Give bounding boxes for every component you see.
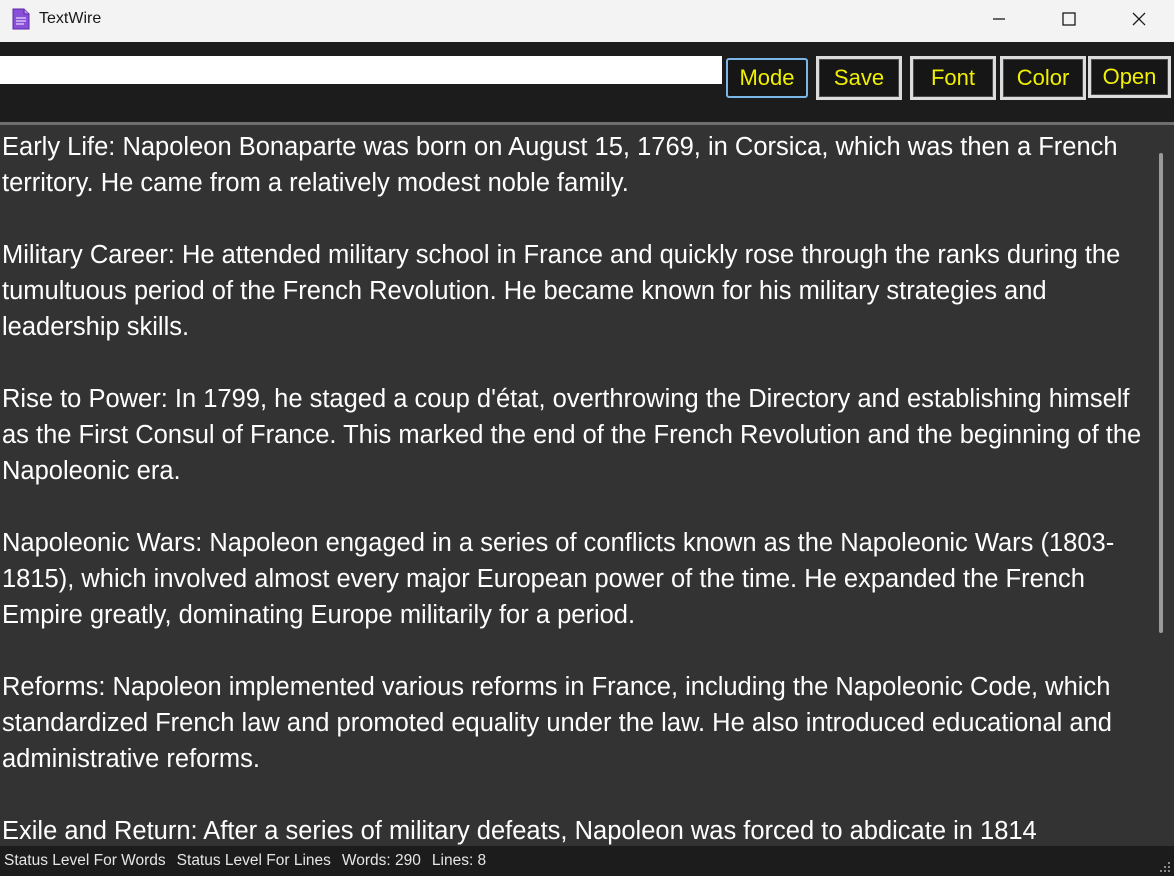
paragraph: Napoleonic Wars: Napoleon engaged in a s… xyxy=(2,529,1115,629)
font-button[interactable]: Font xyxy=(910,56,996,100)
close-icon xyxy=(1132,12,1146,26)
maximize-button[interactable] xyxy=(1034,0,1104,38)
status-lines-level: Status Level For Lines xyxy=(176,852,331,869)
scrollbar-thumb[interactable] xyxy=(1159,153,1163,633)
paragraph: Reforms: Napoleon implemented various re… xyxy=(2,673,1112,773)
mode-button[interactable]: Mode xyxy=(726,58,808,98)
text-editor[interactable]: Early Life: Napoleon Bonaparte was born … xyxy=(0,125,1150,846)
color-button-label: Color xyxy=(1003,59,1083,97)
status-words-level: Status Level For Words xyxy=(4,852,166,869)
window-title: TextWire xyxy=(39,10,102,27)
notepad-icon xyxy=(12,8,30,30)
command-input[interactable] xyxy=(0,56,722,84)
mode-button-label: Mode xyxy=(739,65,795,90)
open-button[interactable]: Open xyxy=(1088,56,1171,98)
minimize-button[interactable] xyxy=(964,0,1034,38)
close-button[interactable] xyxy=(1104,0,1174,38)
font-button-label: Font xyxy=(913,59,993,97)
paragraph: Military Career: He attended military sc… xyxy=(2,241,1121,341)
title-bar: TextWire xyxy=(0,0,1174,42)
save-button-label: Save xyxy=(819,59,899,97)
maximize-icon xyxy=(1062,12,1076,26)
toolbar: Mode Save Font Color Open xyxy=(0,42,1174,122)
paragraph: Early Life: Napoleon Bonaparte was born … xyxy=(2,133,1118,197)
status-bar: Status Level For Words Status Level For … xyxy=(0,846,1174,876)
editor-content[interactable]: Early Life: Napoleon Bonaparte was born … xyxy=(2,129,1148,846)
paragraph: Rise to Power: In 1799, he staged a coup… xyxy=(2,385,1142,485)
save-button[interactable]: Save xyxy=(816,56,902,100)
resize-grip-icon[interactable] xyxy=(1156,858,1172,874)
paragraph: Exile and Return: After a series of mili… xyxy=(2,817,1037,845)
vertical-scrollbar[interactable] xyxy=(1150,125,1174,846)
minimize-icon xyxy=(993,18,1005,20)
color-button[interactable]: Color xyxy=(1000,56,1086,100)
word-count: Words: 290 xyxy=(341,852,421,869)
open-button-label: Open xyxy=(1091,59,1168,95)
line-count: Lines: 8 xyxy=(431,852,487,869)
